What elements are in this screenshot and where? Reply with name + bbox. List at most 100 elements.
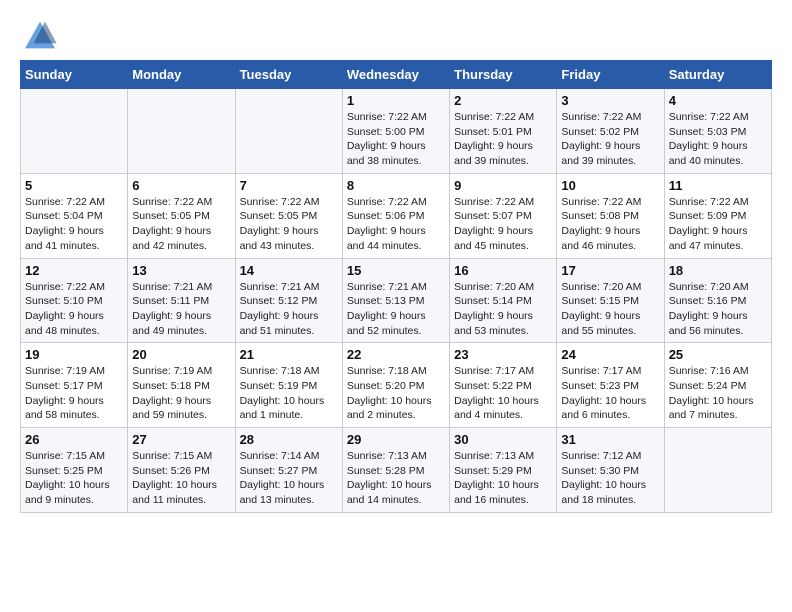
day-number: 16 bbox=[454, 263, 552, 278]
day-number: 5 bbox=[25, 178, 123, 193]
calendar-cell: 2Sunrise: 7:22 AMSunset: 5:01 PMDaylight… bbox=[450, 89, 557, 174]
calendar-cell: 15Sunrise: 7:21 AMSunset: 5:13 PMDayligh… bbox=[342, 258, 449, 343]
calendar-cell bbox=[128, 89, 235, 174]
day-info: Sunrise: 7:15 AMSunset: 5:26 PMDaylight:… bbox=[132, 449, 230, 508]
day-info: Sunrise: 7:14 AMSunset: 5:27 PMDaylight:… bbox=[240, 449, 338, 508]
day-number: 27 bbox=[132, 432, 230, 447]
calendar-cell: 5Sunrise: 7:22 AMSunset: 5:04 PMDaylight… bbox=[21, 173, 128, 258]
day-number: 18 bbox=[669, 263, 767, 278]
day-info: Sunrise: 7:22 AMSunset: 5:08 PMDaylight:… bbox=[561, 195, 659, 254]
weekday-header-sunday: Sunday bbox=[21, 61, 128, 89]
calendar-cell: 22 Sunrise: 7:18 AMSunset: 5:20 PMDayligh… bbox=[342, 343, 449, 428]
calendar-cell: 10 Sunrise: 7:22 AMSunset: 5:08 PMDayligh… bbox=[557, 173, 664, 258]
day-info: Sunrise: 7:18 AMSunset: 5:19 PMDaylight:… bbox=[240, 364, 338, 423]
calendar-cell: 3 Sunrise: 7:22 AMSunset: 5:02 PMDaylight… bbox=[557, 89, 664, 174]
calendar-cell: 19Sunrise: 7:19 AMSunset: 5:17 PMDayligh… bbox=[21, 343, 128, 428]
page-container: SundayMondayTuesdayWednesdayThursdayFrid… bbox=[0, 0, 792, 523]
day-info: Sunrise: 7:17 AMSunset: 5:22 PMDaylight:… bbox=[454, 364, 552, 423]
calendar-cell: 23 Sunrise: 7:17 AMSunset: 5:22 PMDayligh… bbox=[450, 343, 557, 428]
day-info: Sunrise: 7:21 AMSunset: 5:11 PMDaylight:… bbox=[132, 280, 230, 339]
logo-icon bbox=[20, 20, 60, 50]
day-info: Sunrise: 7:16 AMSunset: 5:24 PMDaylight:… bbox=[669, 364, 767, 423]
day-number: 3 bbox=[561, 93, 659, 108]
day-info: Sunrise: 7:20 AMSunset: 5:16 PMDaylight:… bbox=[669, 280, 767, 339]
calendar-cell: 25 Sunrise: 7:16 AMSunset: 5:24 PMDayligh… bbox=[664, 343, 771, 428]
calendar-cell: 27 Sunrise: 7:15 AMSunset: 5:26 PMDayligh… bbox=[128, 428, 235, 513]
calendar-cell: 11Sunrise: 7:22 AMSunset: 5:09 PMDayligh… bbox=[664, 173, 771, 258]
weekday-header-thursday: Thursday bbox=[450, 61, 557, 89]
calendar-cell: 20Sunrise: 7:19 AMSunset: 5:18 PMDayligh… bbox=[128, 343, 235, 428]
day-number: 22 bbox=[347, 347, 445, 362]
day-number: 23 bbox=[454, 347, 552, 362]
calendar-week-3: 12Sunrise: 7:22 AMSunset: 5:10 PMDayligh… bbox=[21, 258, 772, 343]
day-info: Sunrise: 7:19 AMSunset: 5:18 PMDaylight:… bbox=[132, 364, 230, 423]
day-info: Sunrise: 7:20 AMSunset: 5:15 PMDaylight:… bbox=[561, 280, 659, 339]
calendar-cell bbox=[235, 89, 342, 174]
day-info: Sunrise: 7:12 AMSunset: 5:30 PMDaylight:… bbox=[561, 449, 659, 508]
day-number: 9 bbox=[454, 178, 552, 193]
day-info: Sunrise: 7:22 AMSunset: 5:06 PMDaylight:… bbox=[347, 195, 445, 254]
day-info: Sunrise: 7:22 AMSunset: 5:00 PMDaylight:… bbox=[347, 110, 445, 169]
day-info: Sunrise: 7:13 AMSunset: 5:29 PMDaylight:… bbox=[454, 449, 552, 508]
header bbox=[20, 20, 772, 50]
calendar-cell: 14 Sunrise: 7:21 AMSunset: 5:12 PMDayligh… bbox=[235, 258, 342, 343]
calendar-cell: 6 Sunrise: 7:22 AMSunset: 5:05 PMDaylight… bbox=[128, 173, 235, 258]
calendar-cell: 24 Sunrise: 7:17 AMSunset: 5:23 PMDayligh… bbox=[557, 343, 664, 428]
day-info: Sunrise: 7:21 AMSunset: 5:12 PMDaylight:… bbox=[240, 280, 338, 339]
calendar-week-5: 26Sunrise: 7:15 AMSunset: 5:25 PMDayligh… bbox=[21, 428, 772, 513]
calendar-cell: 13 Sunrise: 7:21 AMSunset: 5:11 PMDayligh… bbox=[128, 258, 235, 343]
day-info: Sunrise: 7:22 AMSunset: 5:02 PMDaylight:… bbox=[561, 110, 659, 169]
day-number: 11 bbox=[669, 178, 767, 193]
calendar-cell: 16Sunrise: 7:20 AMSunset: 5:14 PMDayligh… bbox=[450, 258, 557, 343]
calendar-week-1: 1Sunrise: 7:22 AMSunset: 5:00 PMDaylight… bbox=[21, 89, 772, 174]
day-number: 26 bbox=[25, 432, 123, 447]
day-number: 17 bbox=[561, 263, 659, 278]
day-number: 21 bbox=[240, 347, 338, 362]
calendar-week-4: 19Sunrise: 7:19 AMSunset: 5:17 PMDayligh… bbox=[21, 343, 772, 428]
calendar-cell: 17 Sunrise: 7:20 AMSunset: 5:15 PMDayligh… bbox=[557, 258, 664, 343]
calendar-cell: 7Sunrise: 7:22 AMSunset: 5:05 PMDaylight… bbox=[235, 173, 342, 258]
calendar-cell: 26Sunrise: 7:15 AMSunset: 5:25 PMDayligh… bbox=[21, 428, 128, 513]
calendar-cell: 1Sunrise: 7:22 AMSunset: 5:00 PMDaylight… bbox=[342, 89, 449, 174]
calendar-cell: 18 Sunrise: 7:20 AMSunset: 5:16 PMDayligh… bbox=[664, 258, 771, 343]
calendar-week-2: 5Sunrise: 7:22 AMSunset: 5:04 PMDaylight… bbox=[21, 173, 772, 258]
day-number: 10 bbox=[561, 178, 659, 193]
day-number: 31 bbox=[561, 432, 659, 447]
calendar-cell: 8 Sunrise: 7:22 AMSunset: 5:06 PMDaylight… bbox=[342, 173, 449, 258]
day-info: Sunrise: 7:19 AMSunset: 5:17 PMDaylight:… bbox=[25, 364, 123, 423]
day-number: 25 bbox=[669, 347, 767, 362]
day-number: 6 bbox=[132, 178, 230, 193]
day-info: Sunrise: 7:18 AMSunset: 5:20 PMDaylight:… bbox=[347, 364, 445, 423]
day-info: Sunrise: 7:22 AMSunset: 5:01 PMDaylight:… bbox=[454, 110, 552, 169]
weekday-header-wednesday: Wednesday bbox=[342, 61, 449, 89]
calendar-cell: 29Sunrise: 7:13 AMSunset: 5:28 PMDayligh… bbox=[342, 428, 449, 513]
weekday-header-row: SundayMondayTuesdayWednesdayThursdayFrid… bbox=[21, 61, 772, 89]
calendar-cell: 21 Sunrise: 7:18 AMSunset: 5:19 PMDayligh… bbox=[235, 343, 342, 428]
day-number: 24 bbox=[561, 347, 659, 362]
day-info: Sunrise: 7:22 AMSunset: 5:10 PMDaylight:… bbox=[25, 280, 123, 339]
day-number: 30 bbox=[454, 432, 552, 447]
calendar-cell: 31 Sunrise: 7:12 AMSunset: 5:30 PMDayligh… bbox=[557, 428, 664, 513]
calendar-cell: 4Sunrise: 7:22 AMSunset: 5:03 PMDaylight… bbox=[664, 89, 771, 174]
logo bbox=[20, 20, 64, 50]
day-number: 29 bbox=[347, 432, 445, 447]
day-number: 7 bbox=[240, 178, 338, 193]
day-number: 8 bbox=[347, 178, 445, 193]
weekday-header-monday: Monday bbox=[128, 61, 235, 89]
calendar-cell bbox=[21, 89, 128, 174]
day-number: 13 bbox=[132, 263, 230, 278]
day-info: Sunrise: 7:22 AMSunset: 5:05 PMDaylight:… bbox=[132, 195, 230, 254]
calendar-table: SundayMondayTuesdayWednesdayThursdayFrid… bbox=[20, 60, 772, 513]
day-number: 14 bbox=[240, 263, 338, 278]
calendar-cell: 28 Sunrise: 7:14 AMSunset: 5:27 PMDayligh… bbox=[235, 428, 342, 513]
weekday-header-friday: Friday bbox=[557, 61, 664, 89]
weekday-header-saturday: Saturday bbox=[664, 61, 771, 89]
day-number: 28 bbox=[240, 432, 338, 447]
calendar-cell: 30 Sunrise: 7:13 AMSunset: 5:29 PMDayligh… bbox=[450, 428, 557, 513]
calendar-cell bbox=[664, 428, 771, 513]
day-info: Sunrise: 7:21 AMSunset: 5:13 PMDaylight:… bbox=[347, 280, 445, 339]
day-info: Sunrise: 7:17 AMSunset: 5:23 PMDaylight:… bbox=[561, 364, 659, 423]
day-info: Sunrise: 7:22 AMSunset: 5:03 PMDaylight:… bbox=[669, 110, 767, 169]
calendar-cell: 9Sunrise: 7:22 AMSunset: 5:07 PMDaylight… bbox=[450, 173, 557, 258]
calendar-cell: 12Sunrise: 7:22 AMSunset: 5:10 PMDayligh… bbox=[21, 258, 128, 343]
